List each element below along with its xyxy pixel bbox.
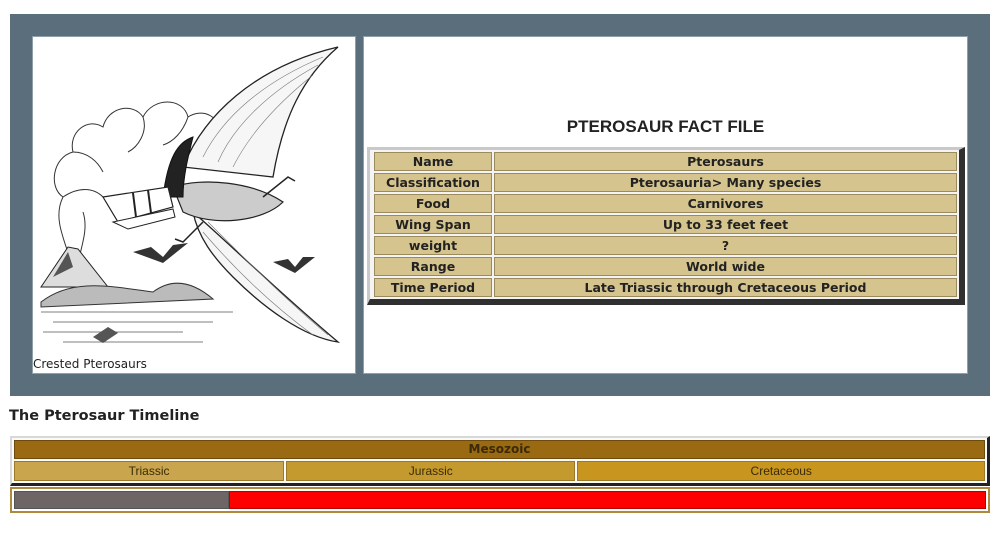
fact-row: Food Carnivores	[374, 194, 957, 213]
fact-row: Range World wide	[374, 257, 957, 276]
era-periods: Triassic Jurassic Cretaceous	[14, 461, 986, 481]
fact-key: Time Period	[374, 278, 492, 297]
fact-row: weight?	[374, 236, 957, 255]
fact-file-title: PTEROSAUR FACT FILE	[566, 117, 765, 136]
fact-row: Classification Pterosauria> Many species	[374, 173, 957, 192]
fact-key: Name	[374, 152, 492, 171]
fact-file-table: Name Pterosaurs Classification Pterosauria>…	[367, 147, 965, 305]
illustration-caption: Crested Pterosaurs	[33, 357, 147, 371]
fact-value: Pterosauria> Many species	[494, 173, 957, 192]
range-present-segment	[228, 491, 986, 509]
fact-row: Name Pterosaurs	[374, 152, 957, 171]
fact-value: Carnivores	[494, 194, 957, 213]
fact-value: Up to 33 feet feet	[494, 215, 957, 234]
timeline-heading: The Pterosaur Timeline	[9, 408, 200, 424]
pterosaur-illustration-icon	[40, 46, 341, 343]
fact-panel-frame: Crested Pterosaurs PTEROSAUR FACT FILE N…	[10, 14, 990, 396]
era-table: Mesozoic Triassic Jurassic Cretaceous	[10, 436, 990, 486]
fact-key: Classification	[374, 173, 492, 192]
era-period-jurassic: Jurassic	[286, 461, 576, 481]
illustration-panel: Crested Pterosaurs	[32, 36, 356, 374]
fact-key: Wing Span	[374, 215, 492, 234]
range-absent-segment	[14, 491, 229, 509]
fact-value: Late Triassic through Cretaceous Period	[494, 278, 957, 297]
fact-key: weight	[374, 236, 492, 255]
fact-value: ?	[494, 236, 957, 255]
fact-value: Pterosaurs	[494, 152, 957, 171]
fact-key: Range	[374, 257, 492, 276]
fact-file-panel: PTEROSAUR FACT FILE Name Pterosaurs Classi…	[363, 36, 968, 374]
fact-row: Wing Span Up to 33 feet feet	[374, 215, 957, 234]
fact-value: World wide	[494, 257, 957, 276]
fact-key: Food	[374, 194, 492, 213]
pterosaur-range-bar	[10, 487, 990, 513]
era-period-cretaceous: Cretaceous	[577, 461, 986, 481]
era-period-triassic: Triassic	[14, 461, 285, 481]
era-mesozoic: Mesozoic	[14, 440, 985, 459]
fact-row: Time Period Late Triassic through Cretace…	[374, 278, 957, 297]
